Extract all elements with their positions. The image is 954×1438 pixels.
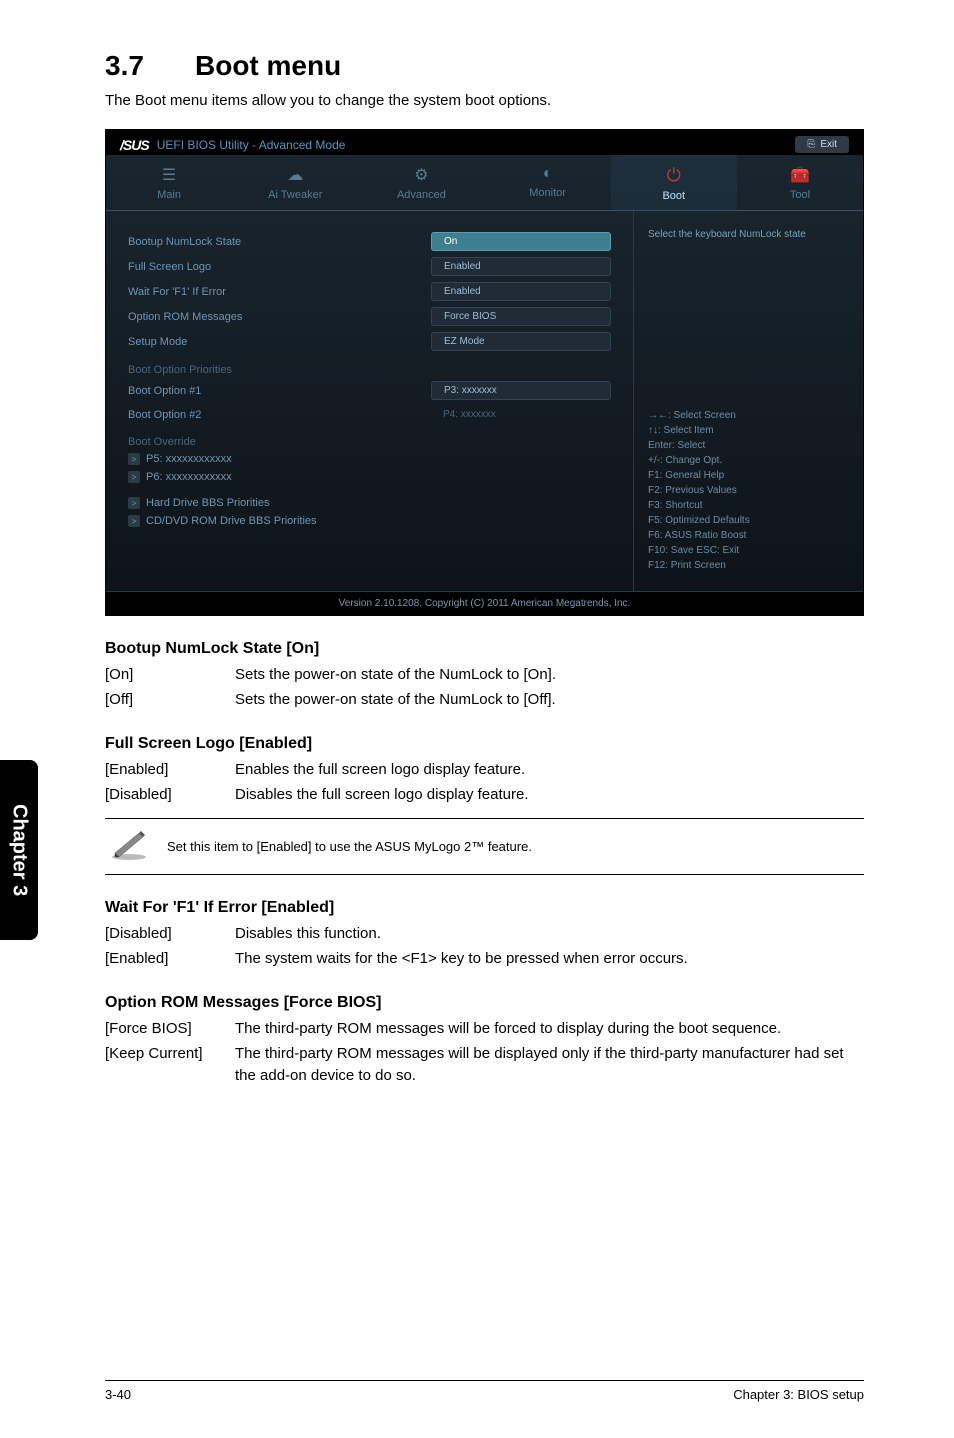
page-number: 3-40 xyxy=(105,1387,131,1402)
exit-label: Exit xyxy=(820,139,837,150)
note-text: Set this item to [Enabled] to use the AS… xyxy=(167,839,532,854)
override-cddvd-bbs[interactable]: > CD/DVD ROM Drive BBS Priorities xyxy=(106,512,633,530)
subsection-fullscreen-logo: Full Screen Logo [Enabled] [Enabled] Ena… xyxy=(105,735,864,875)
option-key: [On] xyxy=(105,664,235,687)
chevron-right-icon: > xyxy=(128,497,140,509)
bios-tabs: ☰ Main ☁ Ai Tweaker ⚙ Advanced ◐ Monitor… xyxy=(106,155,863,211)
section-heading: 3.7Boot menu xyxy=(105,50,864,82)
option-description: Enables the full screen logo display fea… xyxy=(235,759,864,782)
option-key: [Enabled] xyxy=(105,948,235,971)
exit-button[interactable]: ⎘ Exit xyxy=(795,136,849,153)
option-row: [Force BIOS] The third-party ROM message… xyxy=(105,1018,864,1041)
tab-boot[interactable]: ⏻ Boot xyxy=(611,155,737,210)
chip-icon: ⚙ xyxy=(414,167,428,184)
bios-settings-panel: Bootup NumLock State On Full Screen Logo… xyxy=(106,211,633,591)
subsection-numlock: Bootup NumLock State [On] [On] Sets the … xyxy=(105,640,864,711)
toolbox-icon: 🧰 xyxy=(790,167,810,184)
tab-tool[interactable]: 🧰 Tool xyxy=(737,155,863,210)
chevron-right-icon: > xyxy=(128,471,140,483)
override-p6[interactable]: > P6: xxxxxxxxxxxx xyxy=(106,468,633,486)
bios-header-title: UEFI BIOS Utility - Advanced Mode xyxy=(157,138,346,152)
asus-logo: /SUS xyxy=(120,137,149,153)
option-key: [Force BIOS] xyxy=(105,1018,235,1041)
subsection-title: Full Screen Logo [Enabled] xyxy=(105,735,864,753)
option-description: Disables the full screen logo display fe… xyxy=(235,784,864,807)
subsection-title: Option ROM Messages [Force BIOS] xyxy=(105,994,864,1012)
override-hdd-bbs[interactable]: > Hard Drive BBS Priorities xyxy=(106,494,633,512)
intro-text: The Boot menu items allow you to change … xyxy=(105,92,864,109)
option-key: [Off] xyxy=(105,689,235,712)
row-boot-option-2[interactable]: Boot Option #2 P4: xxxxxxx xyxy=(106,403,633,426)
option-row: [Disabled] Disables this function. xyxy=(105,923,864,946)
option-description: The third-party ROM messages will be for… xyxy=(235,1018,864,1041)
subsection-option-rom: Option ROM Messages [Force BIOS] [Force … xyxy=(105,994,864,1088)
gauge-icon: ◐ xyxy=(543,165,553,182)
option-row: [Disabled] Disables the full screen logo… xyxy=(105,784,864,807)
chapter-side-tab: Chapter 3 xyxy=(0,760,38,940)
row-boot-option-1[interactable]: Boot Option #1 P3: xxxxxxx xyxy=(106,378,633,403)
bios-logo-area: /SUS UEFI BIOS Utility - Advanced Mode xyxy=(120,137,345,153)
exit-icon: ⎘ xyxy=(807,139,815,150)
boot-priorities-header: Boot Option Priorities xyxy=(106,354,633,378)
subsection-wait-f1: Wait For 'F1' If Error [Enabled] [Disabl… xyxy=(105,899,864,970)
chevron-right-icon: > xyxy=(128,515,140,527)
option-row: [On] Sets the power-on state of the NumL… xyxy=(105,664,864,687)
option-row: [Off] Sets the power-on state of the Num… xyxy=(105,689,864,712)
cloud-icon: ☁ xyxy=(287,167,303,184)
option-key: [Disabled] xyxy=(105,923,235,946)
tab-monitor[interactable]: ◐ Monitor xyxy=(485,155,611,210)
subsection-title: Wait For 'F1' If Error [Enabled] xyxy=(105,899,864,917)
bios-help-panel: Select the keyboard NumLock state →←: Se… xyxy=(633,211,863,591)
option-description: Sets the power-on state of the NumLock t… xyxy=(235,689,864,712)
chapter-label: Chapter 3: BIOS setup xyxy=(733,1387,864,1402)
tab-advanced[interactable]: ⚙ Advanced xyxy=(358,155,484,210)
row-numlock[interactable]: Bootup NumLock State On xyxy=(106,229,633,254)
row-wait-f1[interactable]: Wait For 'F1' If Error Enabled xyxy=(106,279,633,304)
help-keys: →←: Select Screen ↑↓: Select Item Enter:… xyxy=(648,408,849,573)
help-description: Select the keyboard NumLock state xyxy=(648,229,849,240)
list-icon: ☰ xyxy=(162,167,176,184)
bios-screenshot: /SUS UEFI BIOS Utility - Advanced Mode ⎘… xyxy=(105,129,864,616)
row-fullscreen-logo[interactable]: Full Screen Logo Enabled xyxy=(106,254,633,279)
boot-override-header: Boot Override xyxy=(106,426,633,450)
note-callout: Set this item to [Enabled] to use the AS… xyxy=(105,818,864,875)
power-icon: ⏻ xyxy=(667,165,681,185)
option-key: [Keep Current] xyxy=(105,1043,235,1088)
option-key: [Enabled] xyxy=(105,759,235,782)
option-row: [Enabled] Enables the full screen logo d… xyxy=(105,759,864,782)
section-title-text: Boot menu xyxy=(195,50,341,81)
option-description: Sets the power-on state of the NumLock t… xyxy=(235,664,864,687)
page-footer: 3-40 Chapter 3: BIOS setup xyxy=(105,1380,864,1402)
option-description: The system waits for the <F1> key to be … xyxy=(235,948,864,971)
subsection-title: Bootup NumLock State [On] xyxy=(105,640,864,658)
option-description: The third-party ROM messages will be dis… xyxy=(235,1043,864,1088)
override-p5[interactable]: > P5: xxxxxxxxxxxx xyxy=(106,450,633,468)
option-description: Disables this function. xyxy=(235,923,864,946)
row-setup-mode[interactable]: Setup Mode EZ Mode xyxy=(106,329,633,354)
row-option-rom[interactable]: Option ROM Messages Force BIOS xyxy=(106,304,633,329)
section-number: 3.7 xyxy=(105,50,195,82)
pencil-note-icon xyxy=(109,827,149,866)
tab-ai-tweaker[interactable]: ☁ Ai Tweaker xyxy=(232,155,358,210)
option-key: [Disabled] xyxy=(105,784,235,807)
option-row: [Keep Current] The third-party ROM messa… xyxy=(105,1043,864,1088)
option-row: [Enabled] The system waits for the <F1> … xyxy=(105,948,864,971)
bios-version-footer: Version 2.10.1208. Copyright (C) 2011 Am… xyxy=(106,591,863,615)
tab-main[interactable]: ☰ Main xyxy=(106,155,232,210)
chevron-right-icon: > xyxy=(128,453,140,465)
bios-titlebar: /SUS UEFI BIOS Utility - Advanced Mode ⎘… xyxy=(106,130,863,155)
